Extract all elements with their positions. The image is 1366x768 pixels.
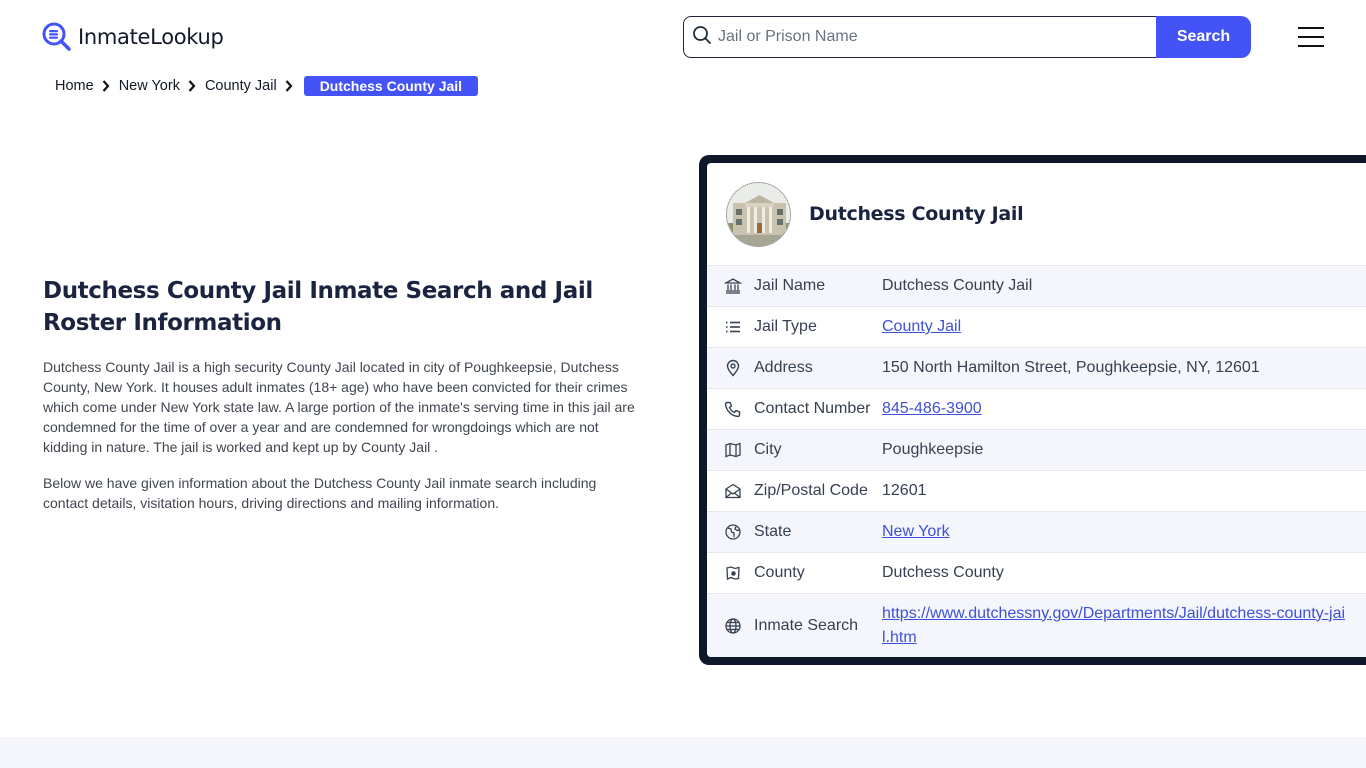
jail-photo <box>726 181 791 247</box>
map-pin-icon <box>707 359 754 377</box>
info-row-inmate-search: Inmate Search https://www.dutchessny.gov… <box>707 593 1366 657</box>
row-value: Poughkeepsie <box>882 441 984 458</box>
row-label: State <box>754 523 792 540</box>
search-button[interactable]: Search <box>1156 16 1251 58</box>
info-row-state: State New York <box>707 511 1366 552</box>
info-row-jail-type: Jail Type County Jail <box>707 306 1366 347</box>
search-icon <box>692 25 712 50</box>
magnifier-logo-icon <box>42 22 72 52</box>
inmate-search-link[interactable]: https://www.dutchessny.gov/Departments/J… <box>882 605 1345 646</box>
row-value: 150 North Hamilton Street, Poughkeepsie,… <box>882 359 1260 376</box>
phone-icon <box>707 400 754 418</box>
row-value: Dutchess County <box>882 564 1004 581</box>
search-field-container <box>683 16 1156 58</box>
footer-band <box>0 737 1366 768</box>
phone-link[interactable]: 845-486-3900 <box>882 400 982 417</box>
map-icon <box>707 441 754 459</box>
row-label: Inmate Search <box>754 616 859 634</box>
intro-paragraph: Dutchess County Jail is a high security … <box>43 359 635 455</box>
row-label: Jail Name <box>754 277 826 294</box>
breadcrumb-home[interactable]: Home <box>55 78 94 94</box>
bank-icon <box>707 277 754 295</box>
menu-icon[interactable] <box>1298 27 1324 47</box>
row-label: City <box>754 441 782 458</box>
row-label: Contact Number <box>754 400 871 417</box>
page-title: Dutchess County Jail Inmate Search and J… <box>43 278 593 336</box>
list-icon <box>707 318 754 336</box>
row-label: Address <box>754 359 813 376</box>
search-form: Search <box>683 16 1251 58</box>
info-row-contact-number: Contact Number 845-486-3900 <box>707 388 1366 429</box>
info-row-county: County Dutchess County <box>707 552 1366 593</box>
jail-info-card: Dutchess County Jail Jail Name Dutchess … <box>699 155 1366 665</box>
county-map-icon <box>707 564 754 582</box>
state-link[interactable]: New York <box>882 523 950 540</box>
chevron-right-icon <box>285 80 293 92</box>
chevron-right-icon <box>102 80 110 92</box>
jail-type-link[interactable]: County Jail <box>882 318 961 335</box>
card-header: Dutchess County Jail <box>707 163 1366 265</box>
globe-icon <box>707 523 754 541</box>
info-row-address: Address 150 North Hamilton Street, Pough… <box>707 347 1366 388</box>
info-row-city: City Poughkeepsie <box>707 429 1366 470</box>
card-title: Dutchess County Jail <box>809 203 1024 225</box>
site-logo[interactable]: InmateLookup <box>42 22 224 52</box>
info-row-jail-name: Jail Name Dutchess County Jail <box>707 265 1366 306</box>
world-icon <box>707 617 754 635</box>
row-label: County <box>754 564 805 581</box>
row-value: Dutchess County Jail <box>882 277 1033 294</box>
breadcrumb-current: Dutchess County Jail <box>303 76 479 96</box>
row-label: Jail Type <box>754 318 817 335</box>
intro-paragraph: Below we have given information about th… <box>43 475 597 511</box>
logo-text: InmateLookup <box>78 25 224 49</box>
mail-open-icon <box>707 482 754 500</box>
search-input[interactable] <box>718 28 1138 46</box>
breadcrumb-county-jail[interactable]: County Jail <box>205 78 277 94</box>
intro-section: Dutchess County Jail Inmate Search and J… <box>43 275 643 513</box>
info-row-zip-code: Zip/Postal Code 12601 <box>707 470 1366 511</box>
row-value: 12601 <box>882 482 927 499</box>
breadcrumb: Home New York County Jail Dutchess Count… <box>55 76 479 96</box>
row-label: Zip/Postal Code <box>754 482 868 499</box>
chevron-right-icon <box>188 80 196 92</box>
breadcrumb-new-york[interactable]: New York <box>119 78 180 94</box>
